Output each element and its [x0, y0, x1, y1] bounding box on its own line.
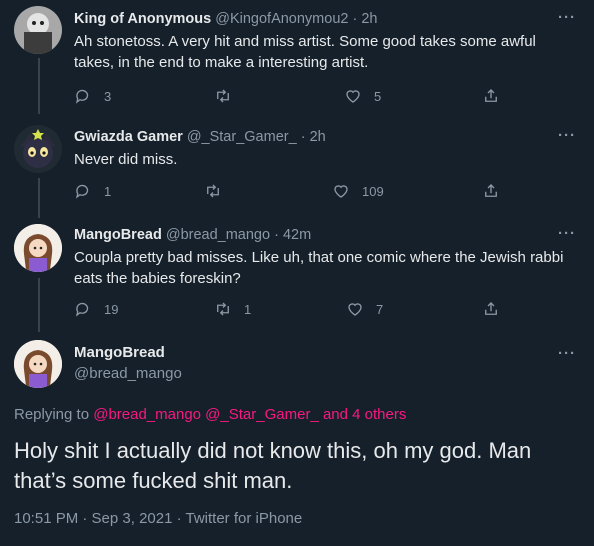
like-button[interactable]: 5 — [344, 86, 381, 106]
timestamp[interactable]: 2h — [361, 11, 377, 27]
tweet-3[interactable]: MangoBread @bread_mango · 42m ··· Coupla… — [0, 216, 594, 332]
avatar-king-of-anonymous[interactable] — [14, 6, 62, 54]
retweet-icon — [217, 89, 229, 103]
like-count: 109 — [362, 183, 384, 199]
tweet-header: King of Anonymous @KingofAnonymou2 · 2h — [74, 11, 378, 27]
like-button[interactable]: 7 — [346, 299, 383, 319]
more-icon[interactable]: ··· — [558, 127, 576, 144]
replying-to-links[interactable]: @bread_mango @_Star_Gamer_ and 4 others — [93, 406, 406, 423]
tweet-actions: 3 5 — [74, 86, 504, 106]
avatar-image — [14, 340, 62, 388]
reply-button[interactable]: 3 — [74, 86, 111, 106]
tweet-actions: 1 109 — [74, 181, 504, 201]
retweet-count: 1 — [244, 301, 252, 317]
like-button[interactable]: 109 — [332, 181, 384, 201]
tweet-text: Coupla pretty bad misses. Like uh, that … — [74, 249, 564, 287]
more-icon[interactable]: ··· — [558, 225, 576, 242]
like-icon — [334, 185, 348, 198]
tweet-1[interactable]: King of Anonymous @KingofAnonymou2 · 2h … — [0, 0, 594, 114]
display-name[interactable]: MangoBread — [74, 227, 162, 243]
reply-icon — [75, 89, 89, 104]
reply-count: 1 — [104, 183, 112, 199]
reply-button[interactable]: 1 — [74, 181, 111, 201]
display-name[interactable]: Gwiazda Gamer — [74, 129, 183, 145]
more-icon[interactable]: ··· — [558, 9, 576, 26]
thread-line — [38, 58, 40, 114]
avatar-image — [14, 6, 62, 54]
main-display-name[interactable]: MangoBread — [74, 344, 165, 361]
reply-count: 3 — [104, 88, 112, 104]
user-handle[interactable]: @KingofAnonymou2 — [215, 11, 348, 27]
tweet-actions: 19 1 7 — [74, 299, 504, 319]
avatar-image — [14, 125, 62, 173]
timestamp[interactable]: 42m — [283, 227, 311, 243]
display-name[interactable]: King of Anonymous — [74, 11, 211, 27]
share-button[interactable] — [482, 299, 500, 319]
reply-icon — [75, 302, 89, 317]
retweet-button[interactable] — [204, 181, 234, 201]
replying-to-label: Replying to — [14, 406, 90, 423]
tweet-2[interactable]: Gwiazda Gamer @_Star_Gamer_ · 2h ··· Nev… — [0, 116, 594, 218]
avatar-mangobread[interactable] — [14, 224, 62, 272]
thread-line — [38, 278, 40, 332]
replying-to: Replying to @bread_mango @_Star_Gamer_ a… — [14, 406, 406, 423]
avatar-image — [14, 224, 62, 272]
separator-dot: · — [274, 227, 279, 243]
like-icon — [348, 303, 362, 316]
thread-line — [38, 178, 40, 218]
share-button[interactable] — [482, 86, 500, 106]
retweet-button[interactable] — [214, 86, 244, 106]
separator-dot: · — [300, 129, 306, 145]
separator-dot: · — [352, 11, 358, 27]
reply-icon — [75, 184, 89, 199]
retweet-icon — [207, 184, 219, 198]
share-icon — [485, 302, 497, 315]
reply-count: 19 — [104, 301, 119, 317]
tweet-meta[interactable]: 10:51 PM · Sep 3, 2021 · Twitter for iPh… — [14, 510, 302, 527]
share-icon — [485, 89, 497, 102]
main-tweet-text: Holy shit I actually did not know this, … — [14, 438, 532, 493]
like-count: 7 — [376, 301, 384, 317]
main-user-handle[interactable]: @bread_mango — [74, 365, 182, 382]
retweet-icon — [217, 302, 229, 316]
share-icon — [485, 184, 497, 197]
user-handle[interactable]: @_Star_Gamer_ — [187, 129, 297, 145]
avatar-gwiazda-gamer[interactable] — [14, 125, 62, 173]
like-count: 5 — [374, 88, 382, 104]
retweet-button[interactable]: 1 — [214, 299, 251, 319]
user-handle[interactable]: @bread_mango — [166, 227, 270, 243]
tweet-text: Ah stonetoss. A very hit and miss artist… — [74, 33, 536, 71]
tweet-header: MangoBread @bread_mango · 42m — [74, 227, 311, 243]
reply-button[interactable]: 19 — [74, 299, 118, 319]
timestamp[interactable]: 2h — [310, 129, 326, 145]
tweet-text: Never did miss. — [74, 151, 178, 168]
share-button[interactable] — [482, 181, 500, 201]
avatar-mangobread[interactable] — [14, 340, 62, 388]
tweet-header: Gwiazda Gamer @_Star_Gamer_ · 2h — [74, 129, 326, 145]
more-icon[interactable]: ··· — [558, 345, 576, 362]
like-icon — [346, 90, 360, 103]
